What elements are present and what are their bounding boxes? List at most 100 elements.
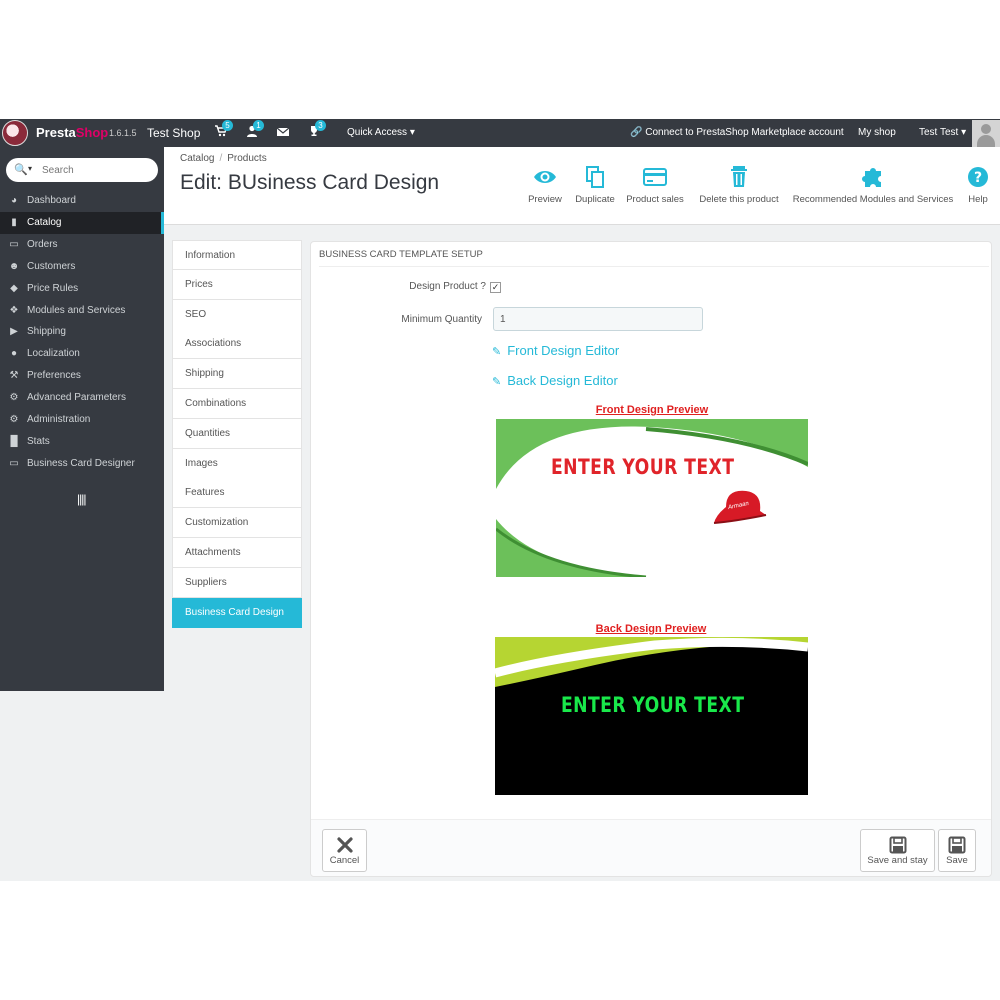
tab-prices[interactable]: Prices	[172, 269, 302, 300]
back-preview-title: Back Design Preview	[595, 623, 707, 635]
messages-notification-button[interactable]	[275, 125, 291, 141]
back-design-editor-link[interactable]: ✎ Back Design Editor	[492, 373, 618, 388]
breadcrumb-products[interactable]: Products	[227, 153, 266, 164]
tab-shipping[interactable]: Shipping	[172, 359, 302, 390]
sidebar-item-catalog[interactable]: ▮ Catalog	[0, 211, 164, 234]
save-button[interactable]: Save	[938, 829, 976, 872]
shop-name-link[interactable]: Test Shop	[147, 126, 200, 140]
credit-card-icon	[643, 168, 667, 186]
page-title: Edit: BUsiness Card Design	[180, 171, 440, 194]
sidebar-item-label: Modules and Services	[27, 304, 126, 316]
dashboard-icon: ◕	[10, 195, 18, 206]
eye-icon	[534, 171, 556, 183]
copy-icon	[586, 166, 604, 188]
trash-icon	[731, 166, 747, 187]
marketplace-connect-link[interactable]: 🔗 Connect to PrestaShop Marketplace acco…	[630, 127, 844, 138]
front-card-text: ENTER YOUR TEXT	[551, 455, 735, 479]
tab-customization[interactable]: Customization	[172, 508, 302, 539]
design-product-checkbox[interactable]: ✓	[490, 282, 501, 293]
sidebar-item-stats[interactable]: █ Stats	[0, 431, 164, 453]
duplicate-label: Duplicate	[575, 194, 615, 205]
tab-associations[interactable]: Associations	[172, 329, 302, 360]
sidebar-item-label: Preferences	[27, 370, 81, 382]
book-icon: ▮	[11, 216, 17, 228]
tab-business-card-design[interactable]: Business Card Design	[172, 597, 302, 628]
sidebar-item-localization[interactable]: ● Localization	[0, 343, 164, 365]
panel-footer: Cancel Save and stay Save	[311, 819, 991, 876]
sidebar-item-label: Advanced Parameters	[27, 392, 126, 404]
help-button[interactable]: ? Help	[964, 165, 992, 205]
envelope-icon	[276, 127, 290, 136]
tab-seo[interactable]: SEO	[172, 299, 302, 330]
preview-label: Preview	[528, 194, 562, 205]
breadcrumb: Catalog / Products	[180, 153, 267, 164]
cog-icon: ⚙	[9, 414, 19, 425]
breadcrumb-catalog[interactable]: Catalog	[180, 153, 214, 164]
sidebar-item-customers[interactable]: ☻ Customers	[0, 256, 164, 278]
tab-attachments[interactable]: Attachments	[172, 538, 302, 568]
collapse-sidebar-icon[interactable]: ||||	[77, 492, 87, 506]
tab-suppliers[interactable]: Suppliers	[172, 567, 302, 598]
sidebar-item-business-card-designer[interactable]: ▭ Business Card Designer	[0, 453, 164, 475]
sidebar-item-shipping[interactable]: ▶ Shipping	[0, 321, 164, 343]
cancel-label: Cancel	[329, 855, 360, 866]
search-icon[interactable]: 🔍	[14, 163, 28, 176]
recommended-modules-button[interactable]: Recommended Modules and Services	[792, 165, 954, 205]
preview-button[interactable]: Preview	[520, 165, 570, 205]
design-product-label: Design Product ?	[409, 281, 486, 292]
delete-product-button[interactable]: Delete this product	[696, 165, 782, 205]
tab-images[interactable]: Images	[172, 448, 302, 479]
close-icon	[336, 837, 353, 853]
pencil-icon: ✎	[492, 376, 502, 388]
my-shop-link[interactable]: My shop	[858, 127, 896, 138]
product-sales-button[interactable]: Product sales	[624, 165, 686, 205]
sidebar-item-price-rules[interactable]: ◆ Price Rules	[0, 278, 164, 300]
svg-text:?: ?	[974, 170, 982, 186]
sidebar-item-dashboard[interactable]: ◕ Dashboard	[0, 190, 164, 212]
save-and-stay-button[interactable]: Save and stay	[860, 829, 935, 872]
quick-access-dropdown[interactable]: Quick Access ▾	[347, 127, 415, 138]
front-design-editor-link[interactable]: ✎ Front Design Editor	[492, 343, 619, 358]
sidebar-item-label: Dashboard	[27, 195, 76, 206]
sidebar-item-orders[interactable]: ▭ Orders	[0, 234, 164, 256]
marketplace-connect-label: Connect to PrestaShop Marketplace accoun…	[645, 127, 844, 138]
prestashop-logo-icon[interactable]	[2, 120, 28, 146]
card-icon: ▭	[9, 457, 19, 469]
orders-notification-button[interactable]: 5	[213, 120, 233, 141]
user-name: Test Test	[919, 127, 959, 138]
cancel-button[interactable]: Cancel	[322, 829, 367, 872]
user-avatar[interactable]	[972, 120, 1000, 147]
tab-information[interactable]: Information	[172, 240, 302, 270]
caret-down-icon[interactable]: ▾	[28, 164, 32, 173]
search-box[interactable]: 🔍 ▾	[6, 158, 158, 182]
user-menu[interactable]: Test Test ▾	[919, 127, 966, 138]
duplicate-button[interactable]: Duplicate	[570, 165, 620, 205]
pencil-icon: ✎	[492, 346, 502, 358]
front-design-editor-label: Front Design Editor	[507, 343, 620, 358]
tags-icon: ◆	[10, 282, 18, 294]
tab-quantities[interactable]: Quantities	[172, 418, 302, 449]
customers-notification-button[interactable]: 1	[244, 120, 264, 141]
sidebar-item-preferences[interactable]: ⚒ Preferences	[0, 365, 164, 387]
minimum-quantity-label: Minimum Quantity	[401, 314, 482, 325]
checkmark-icon: ✓	[491, 282, 500, 292]
sidebar-item-modules-and-services[interactable]: ❖ Modules and Services	[0, 300, 164, 322]
sidebar-item-label: Stats	[27, 435, 50, 447]
tab-features[interactable]: Features	[172, 478, 302, 509]
breadcrumb-separator: /	[219, 153, 223, 164]
brand-part-a: Presta	[36, 125, 76, 140]
sidebar-item-administration[interactable]: ⚙ Administration	[0, 409, 164, 431]
front-preview-title: Front Design Preview	[595, 404, 709, 416]
tab-combinations[interactable]: Combinations	[172, 389, 302, 419]
trophy-notification-button[interactable]: 3	[306, 120, 326, 141]
caret-down-icon: ▾	[409, 127, 415, 138]
globe-icon: ●	[10, 348, 18, 360]
link-icon: 🔗	[630, 127, 643, 138]
minimum-quantity-input[interactable]	[493, 307, 703, 331]
floppy-disk-icon	[889, 836, 906, 854]
sidebar-item-advanced-parameters[interactable]: ⚙ Advanced Parameters	[0, 387, 164, 409]
save-label: Save	[946, 855, 968, 866]
top-bar: PrestaShop 1.6.1.5 Test Shop 5 1 3 Quick…	[0, 119, 1000, 147]
search-input[interactable]	[42, 161, 152, 179]
brand-name[interactable]: PrestaShop	[36, 125, 108, 140]
